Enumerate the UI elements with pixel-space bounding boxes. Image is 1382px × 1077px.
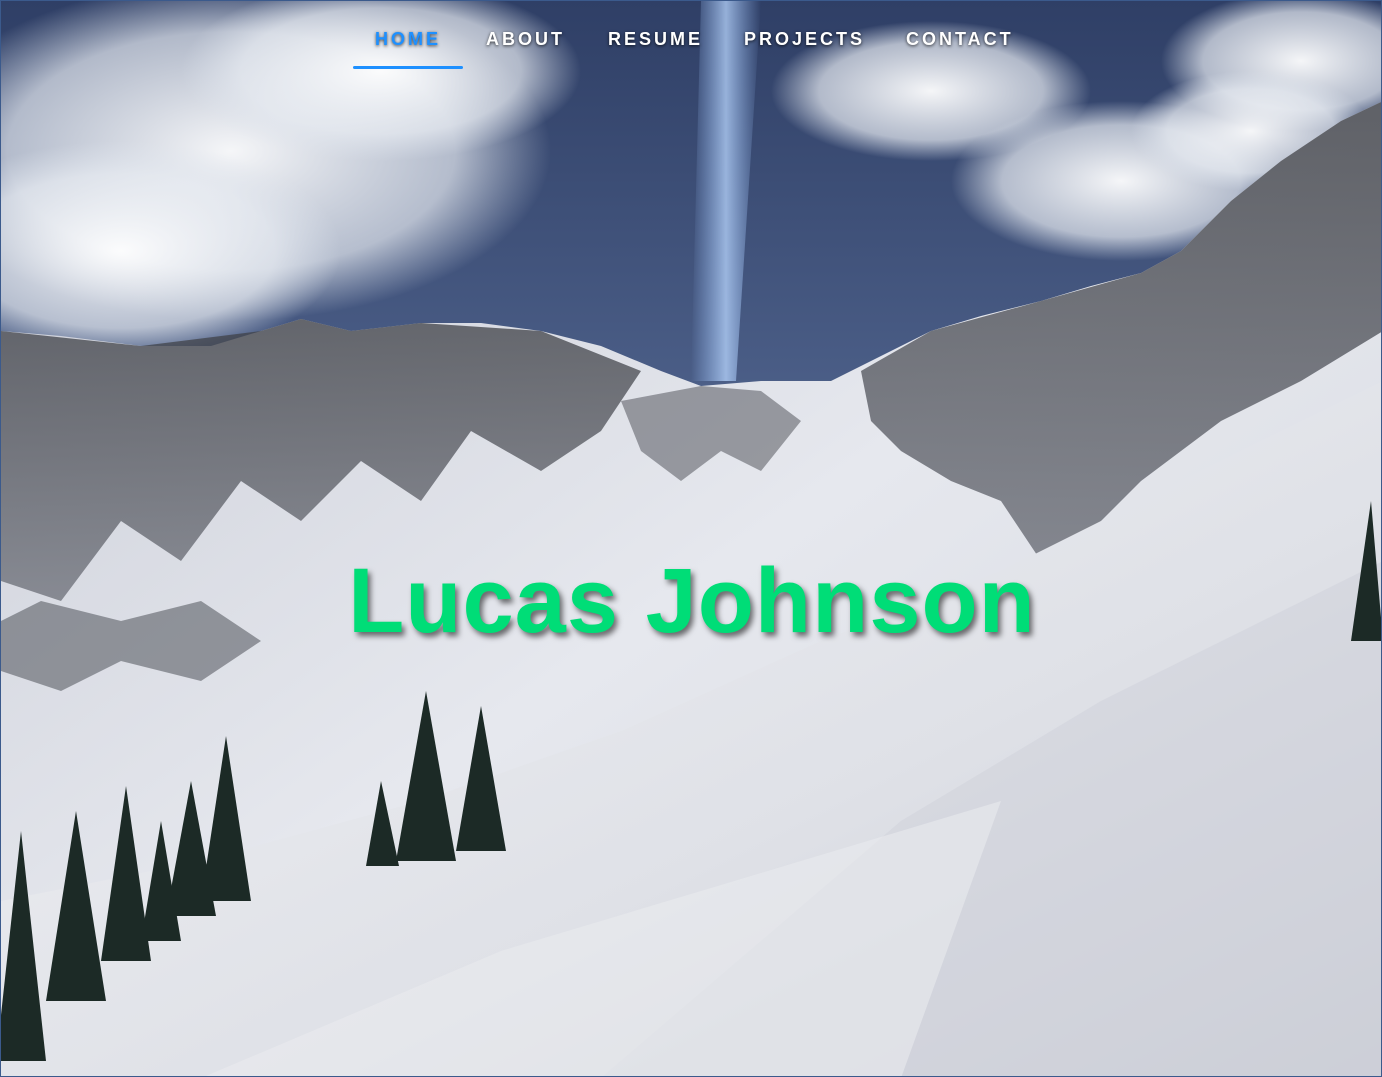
nav-about-link[interactable]: ABOUT bbox=[486, 29, 565, 50]
page-title: Lucas Johnson bbox=[348, 549, 1036, 652]
hero-section: HOME ABOUT RESUME PROJECTS CONTACT Lucas… bbox=[0, 0, 1382, 1077]
nav-resume-link[interactable]: RESUME bbox=[608, 29, 703, 50]
active-nav-indicator bbox=[353, 66, 463, 69]
top-navigation: HOME ABOUT RESUME PROJECTS CONTACT bbox=[1, 1, 1381, 77]
mountain-snow-photo bbox=[1, 1, 1381, 1076]
nav-projects-link[interactable]: PROJECTS bbox=[744, 29, 865, 50]
nav-home-link[interactable]: HOME bbox=[375, 29, 441, 50]
nav-contact-link[interactable]: CONTACT bbox=[906, 29, 1014, 50]
